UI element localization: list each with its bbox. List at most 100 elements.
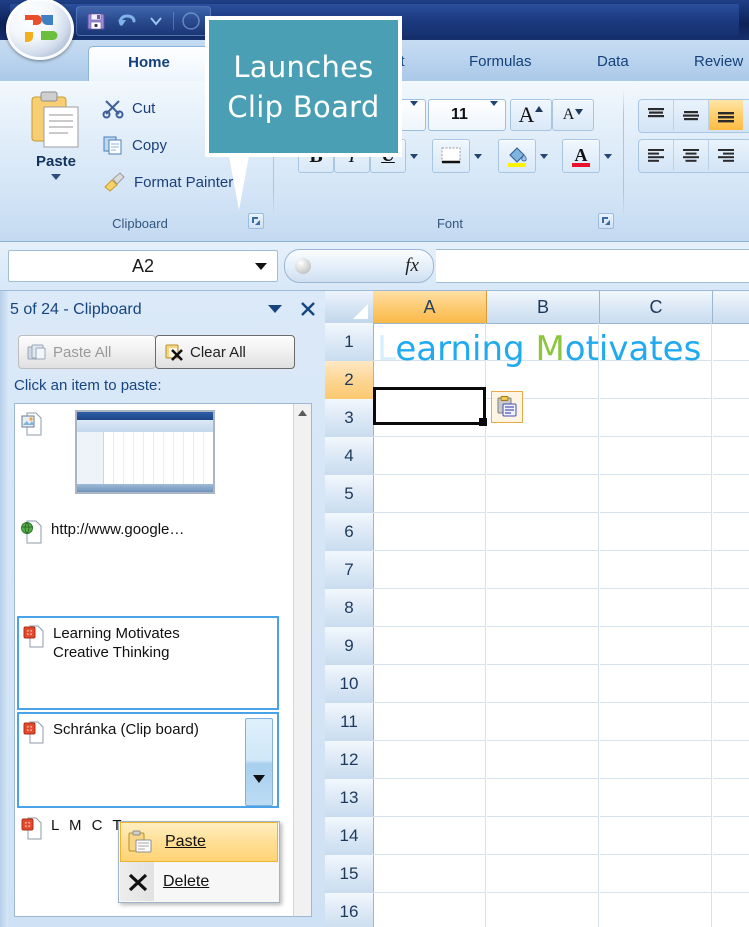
grid-cell[interactable]: [487, 779, 599, 817]
column-header-b[interactable]: B: [487, 291, 600, 324]
insert-function-icon[interactable]: fx: [405, 255, 419, 277]
formula-input[interactable]: [436, 249, 749, 283]
grow-font-button[interactable]: A: [510, 99, 552, 131]
select-all-corner[interactable]: [325, 291, 374, 324]
font-size-box[interactable]: 11: [428, 99, 506, 131]
list-item[interactable]: [17, 406, 279, 514]
grid-cell[interactable]: [487, 893, 599, 927]
grid-cell[interactable]: [713, 475, 749, 513]
grid-cell[interactable]: [600, 665, 712, 703]
middle-align-button[interactable]: [674, 100, 709, 130]
grid-cell[interactable]: [713, 779, 749, 817]
font-name-caret-icon[interactable]: [410, 101, 425, 124]
row-header-11[interactable]: 11: [325, 703, 374, 742]
list-item[interactable]: Learning Motivates Creative Thinking: [17, 616, 279, 710]
cut-button[interactable]: Cut: [98, 93, 159, 123]
grid-cell[interactable]: [487, 551, 599, 589]
grid-cell[interactable]: [487, 627, 599, 665]
grid-cell[interactable]: [713, 589, 749, 627]
grid-cell[interactable]: [487, 589, 599, 627]
grid-cell[interactable]: [713, 399, 749, 437]
grid-cell[interactable]: [373, 513, 486, 551]
list-item[interactable]: http://www.google…: [17, 514, 279, 614]
grid-cell[interactable]: [373, 893, 486, 927]
grid-cell[interactable]: [373, 589, 486, 627]
row-header-13[interactable]: 13: [325, 779, 374, 818]
undo-dropdown-icon[interactable]: [143, 9, 169, 33]
clear-all-button[interactable]: Clear All: [155, 335, 295, 369]
grid-cell[interactable]: [373, 817, 486, 855]
clipboard-dialog-launcher[interactable]: [248, 213, 264, 229]
shrink-font-button[interactable]: A: [552, 99, 594, 131]
grid-cell[interactable]: [487, 475, 599, 513]
grid-cell[interactable]: [487, 817, 599, 855]
active-cell-a2[interactable]: [373, 387, 487, 426]
undo-icon[interactable]: [113, 9, 139, 33]
row-header-9[interactable]: 9: [325, 627, 374, 666]
grid-cell[interactable]: [713, 817, 749, 855]
tab-formulas[interactable]: Formulas: [455, 46, 546, 82]
font-size-caret-icon[interactable]: [490, 101, 505, 124]
row-header-15[interactable]: 15: [325, 855, 374, 894]
row-header-1[interactable]: 1: [325, 323, 374, 362]
grid-cell[interactable]: [600, 513, 712, 551]
underline-dropdown[interactable]: [404, 139, 424, 173]
grid-cell[interactable]: [373, 779, 486, 817]
copy-button[interactable]: Copy: [98, 130, 171, 160]
grid-cell[interactable]: [713, 855, 749, 893]
paste-button[interactable]: Paste: [20, 89, 92, 201]
grid-cell[interactable]: [373, 627, 486, 665]
name-box-caret-icon[interactable]: [255, 262, 267, 270]
grid-cell[interactable]: [713, 893, 749, 927]
row-header-16[interactable]: 16: [325, 893, 374, 927]
grid-cell[interactable]: [600, 741, 712, 779]
context-menu-item-paste[interactable]: Paste: [120, 822, 278, 862]
formula-bar-handle[interactable]: fx: [284, 249, 434, 283]
row-header-2[interactable]: 2: [325, 361, 374, 400]
grid-cell[interactable]: [373, 437, 486, 475]
borders-button[interactable]: [432, 139, 470, 173]
font-dialog-launcher[interactable]: [598, 213, 614, 229]
grid-cell[interactable]: [487, 665, 599, 703]
tab-review[interactable]: Review: [680, 46, 749, 82]
grid-cell[interactable]: [713, 627, 749, 665]
grid-cell[interactable]: [487, 741, 599, 779]
save-icon[interactable]: [83, 9, 109, 33]
grid-cell[interactable]: [373, 703, 486, 741]
font-color-dropdown[interactable]: [598, 139, 618, 173]
row-header-14[interactable]: 14: [325, 817, 374, 856]
paste-all-button[interactable]: Paste All: [18, 335, 156, 369]
align-right-button[interactable]: [709, 140, 743, 170]
context-menu-item-delete[interactable]: Delete: [119, 862, 279, 902]
row-header-12[interactable]: 12: [325, 741, 374, 780]
clipboard-pane-close-button[interactable]: [298, 299, 318, 319]
grid-cell[interactable]: [600, 893, 712, 927]
grid-cell[interactable]: [713, 551, 749, 589]
column-header-d[interactable]: [713, 291, 749, 324]
grid-cell[interactable]: [373, 741, 486, 779]
fill-color-button[interactable]: [498, 139, 536, 173]
borders-dropdown[interactable]: [468, 139, 488, 173]
grid-cell[interactable]: [600, 475, 712, 513]
grid-cell[interactable]: [713, 323, 749, 361]
align-left-button[interactable]: [639, 140, 674, 170]
grid-cell[interactable]: [713, 741, 749, 779]
grid-cell[interactable]: [373, 665, 486, 703]
grid-cell[interactable]: [713, 703, 749, 741]
office-button[interactable]: [6, 0, 74, 60]
item-scrollbar[interactable]: [245, 718, 273, 806]
name-box[interactable]: A2: [8, 250, 278, 282]
bottom-align-button[interactable]: [709, 100, 743, 130]
worksheet-grid[interactable]: A B C 1 2 3 4 5 6 7 8 9 10 11 12 13 14 15 16 Learning M…: [325, 291, 749, 927]
column-header-a[interactable]: A: [373, 291, 487, 324]
grid-cell[interactable]: [487, 703, 599, 741]
top-align-button[interactable]: [639, 100, 674, 130]
grid-cell[interactable]: [373, 855, 486, 893]
row-header-4[interactable]: 4: [325, 437, 374, 476]
row-header-3[interactable]: 3: [325, 399, 374, 438]
grid-cell[interactable]: [600, 703, 712, 741]
grid-cell[interactable]: [713, 665, 749, 703]
grid-cell[interactable]: [487, 513, 599, 551]
grid-cell[interactable]: [600, 817, 712, 855]
grid-cell[interactable]: [373, 551, 486, 589]
